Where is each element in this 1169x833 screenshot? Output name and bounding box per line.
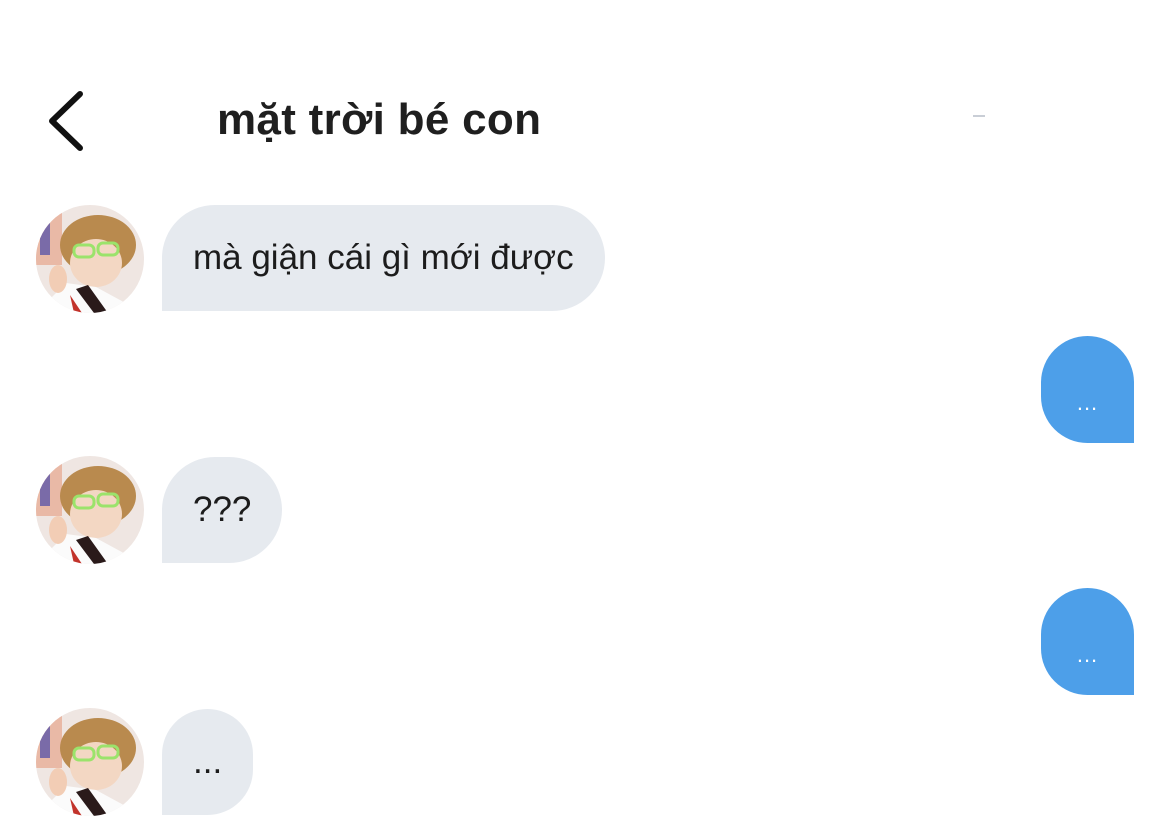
incoming-message-bubble[interactable]: ??? [162,457,283,563]
divider [973,115,985,117]
message-text: ... [1076,642,1099,667]
back-button[interactable] [36,84,96,158]
chevron-left-icon [49,91,83,151]
chat-header: mặt trời bé con [0,0,1169,180]
incoming-message-bubble[interactable]: mà giận cái gì mới được [162,205,605,311]
incoming-message-bubble[interactable]: ... [162,709,254,815]
chat-title: mặt trời bé con [217,95,542,144]
contact-avatar[interactable] [36,708,144,816]
contact-avatar[interactable] [36,456,144,564]
contact-avatar[interactable] [36,205,144,313]
outgoing-message-bubble[interactable]: ... [1041,336,1134,443]
outgoing-message-bubble[interactable]: ... [1041,588,1134,695]
message-text: ... [1076,390,1099,415]
